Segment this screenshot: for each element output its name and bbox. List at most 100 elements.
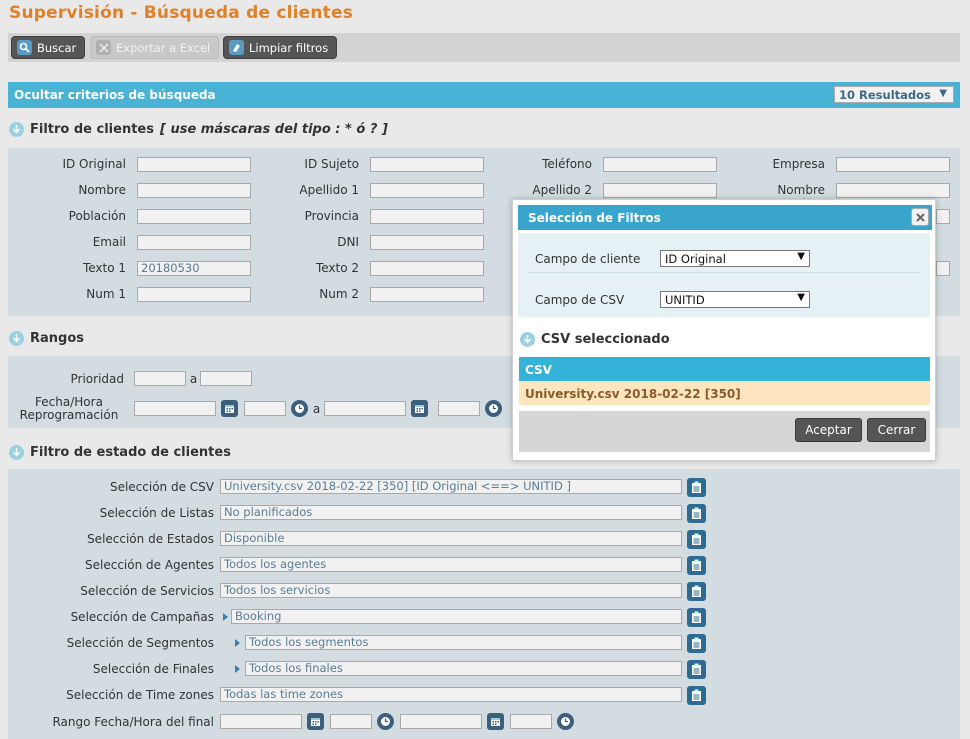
apellido1-input[interactable] bbox=[370, 183, 484, 198]
status-row-label: Selección de Time zones bbox=[66, 688, 214, 702]
poblacion-input[interactable] bbox=[137, 209, 251, 224]
nombre-input[interactable] bbox=[137, 183, 251, 198]
reprog-date-to-input[interactable] bbox=[324, 401, 406, 416]
nombre-completo-input[interactable] bbox=[836, 183, 950, 198]
final-time-from-input[interactable] bbox=[330, 714, 372, 729]
chevron-down-icon: ▼ bbox=[939, 88, 947, 99]
clock-icon[interactable] bbox=[377, 713, 394, 730]
priority-from-input[interactable] bbox=[134, 371, 186, 386]
label-id-sujeto: ID Sujeto bbox=[304, 157, 359, 171]
texto2-input[interactable] bbox=[370, 261, 484, 276]
provincia-input[interactable] bbox=[370, 209, 484, 224]
status-row-label: Selección de Servicios bbox=[80, 584, 214, 598]
clipboard-icon[interactable] bbox=[687, 634, 706, 653]
hidden-field-input[interactable] bbox=[936, 209, 950, 224]
client-filter-title: Filtro de clientes bbox=[30, 122, 154, 137]
client-field-value: ID Original bbox=[665, 252, 726, 266]
reprog-time-from-input[interactable] bbox=[244, 401, 286, 416]
clipboard-icon[interactable] bbox=[687, 556, 706, 575]
priority-to-input[interactable] bbox=[200, 371, 252, 386]
clipboard-icon[interactable] bbox=[687, 478, 706, 497]
ranges-header[interactable]: Rangos bbox=[9, 331, 84, 346]
client-field-select[interactable]: ID Original ▼ bbox=[660, 250, 810, 267]
label-apellido2: Apellido 2 bbox=[532, 183, 592, 197]
clear-filters-button[interactable]: Limpiar filtros bbox=[223, 36, 338, 59]
expand-arrow-icon[interactable] bbox=[223, 613, 228, 621]
calendar-icon[interactable] bbox=[411, 400, 428, 417]
calendar-icon[interactable] bbox=[307, 713, 324, 730]
status-row-value[interactable]: Todas las time zones bbox=[220, 687, 682, 702]
clock-icon[interactable] bbox=[485, 400, 502, 417]
results-count-select[interactable]: 10 Resultados ▼ bbox=[834, 86, 954, 103]
arrow-down-icon bbox=[9, 445, 24, 460]
client-filter-hint: [ use máscaras del tipo : * ó ? ] bbox=[159, 122, 388, 137]
reprog-date-from-input[interactable] bbox=[134, 401, 216, 416]
clipboard-icon[interactable] bbox=[687, 660, 706, 679]
clipboard-icon[interactable] bbox=[687, 530, 706, 549]
status-row-label: Selección de CSV bbox=[109, 480, 214, 494]
status-row-label: Selección de Estados bbox=[87, 532, 214, 546]
expand-arrow-icon[interactable] bbox=[235, 639, 240, 647]
search-button[interactable]: Buscar bbox=[11, 36, 86, 59]
status-row-value[interactable]: Todos los servicios bbox=[220, 583, 682, 598]
toolbar: Buscar Exportar a Excel Limpiar filtros bbox=[8, 33, 960, 62]
status-row-value[interactable]: Todos los segmentos bbox=[245, 635, 682, 650]
final-date-to-input[interactable] bbox=[400, 714, 482, 729]
label-empresa: Empresa bbox=[772, 157, 825, 171]
label-nombre: Nombre bbox=[78, 183, 126, 197]
id-original-input[interactable] bbox=[137, 157, 251, 172]
empresa-input[interactable] bbox=[836, 157, 950, 172]
status-row-label: Selección de Segmentos bbox=[66, 636, 214, 650]
status-row-value[interactable]: Todos los finales bbox=[245, 661, 682, 676]
status-filter-header[interactable]: Filtro de estado de clientes bbox=[9, 445, 231, 460]
status-row-value[interactable]: No planificados bbox=[220, 505, 682, 520]
telefono-input[interactable] bbox=[603, 157, 717, 172]
clipboard-icon[interactable] bbox=[687, 608, 706, 627]
label-a-2: a bbox=[312, 402, 321, 416]
clipboard-icon[interactable] bbox=[687, 582, 706, 601]
calendar-icon[interactable] bbox=[487, 713, 504, 730]
accept-button[interactable]: Aceptar bbox=[795, 418, 862, 442]
client-filter-header[interactable]: Filtro de clientes [ use máscaras del ti… bbox=[9, 122, 388, 137]
close-icon bbox=[915, 212, 925, 222]
status-row-label: Selección de Agentes bbox=[85, 558, 214, 572]
reprog-time-to-input[interactable] bbox=[438, 401, 480, 416]
calendar-icon[interactable] bbox=[221, 400, 238, 417]
status-row-value[interactable]: Booking bbox=[231, 609, 682, 624]
id-sujeto-input[interactable] bbox=[370, 157, 484, 172]
csv-field-select[interactable]: UNITID ▼ bbox=[660, 291, 810, 308]
excel-icon bbox=[96, 40, 111, 55]
final-date-from-input[interactable] bbox=[220, 714, 302, 729]
label-telefono: Teléfono bbox=[542, 157, 592, 171]
clipboard-icon[interactable] bbox=[687, 504, 706, 523]
export-excel-button[interactable]: Exportar a Excel bbox=[90, 36, 220, 59]
close-dialog-button[interactable]: Cerrar bbox=[867, 418, 926, 442]
clock-icon[interactable] bbox=[557, 713, 574, 730]
hidden-field-input-2[interactable] bbox=[936, 261, 950, 276]
email-input[interactable] bbox=[137, 235, 251, 250]
texto1-input[interactable]: 20180530 bbox=[137, 261, 251, 276]
csv-table-row[interactable]: University.csv 2018-02-22 [350] bbox=[519, 381, 930, 405]
clock-icon[interactable] bbox=[291, 400, 308, 417]
search-button-label: Buscar bbox=[37, 40, 77, 55]
final-time-to-input[interactable] bbox=[510, 714, 552, 729]
status-row-value[interactable]: University.csv 2018-02-22 [350] [ID Orig… bbox=[220, 479, 682, 494]
label-client-field: Campo de cliente bbox=[535, 252, 641, 266]
close-button[interactable] bbox=[911, 208, 929, 226]
dialog-header: Selección de Filtros bbox=[518, 205, 932, 230]
expand-arrow-icon[interactable] bbox=[235, 665, 240, 673]
toggle-criteria-bar[interactable]: Ocultar criterios de búsqueda 10 Resulta… bbox=[8, 82, 960, 108]
status-row-value[interactable]: Todos los agentes bbox=[220, 557, 682, 572]
label-reprog: Fecha/Hora Reprogramación bbox=[14, 396, 124, 422]
arrow-down-icon bbox=[9, 122, 24, 137]
status-row-label: Selección de Finales bbox=[92, 662, 214, 676]
clipboard-icon[interactable] bbox=[687, 686, 706, 705]
clear-button-label: Limpiar filtros bbox=[249, 40, 329, 55]
num2-input[interactable] bbox=[370, 287, 484, 302]
apellido2-input[interactable] bbox=[603, 183, 717, 198]
status-row-value[interactable]: Disponible bbox=[220, 531, 682, 546]
label-num2: Num 2 bbox=[319, 287, 359, 301]
num1-input[interactable] bbox=[137, 287, 251, 302]
dialog-footer: Aceptar Cerrar bbox=[519, 411, 930, 452]
dni-input[interactable] bbox=[370, 235, 484, 250]
